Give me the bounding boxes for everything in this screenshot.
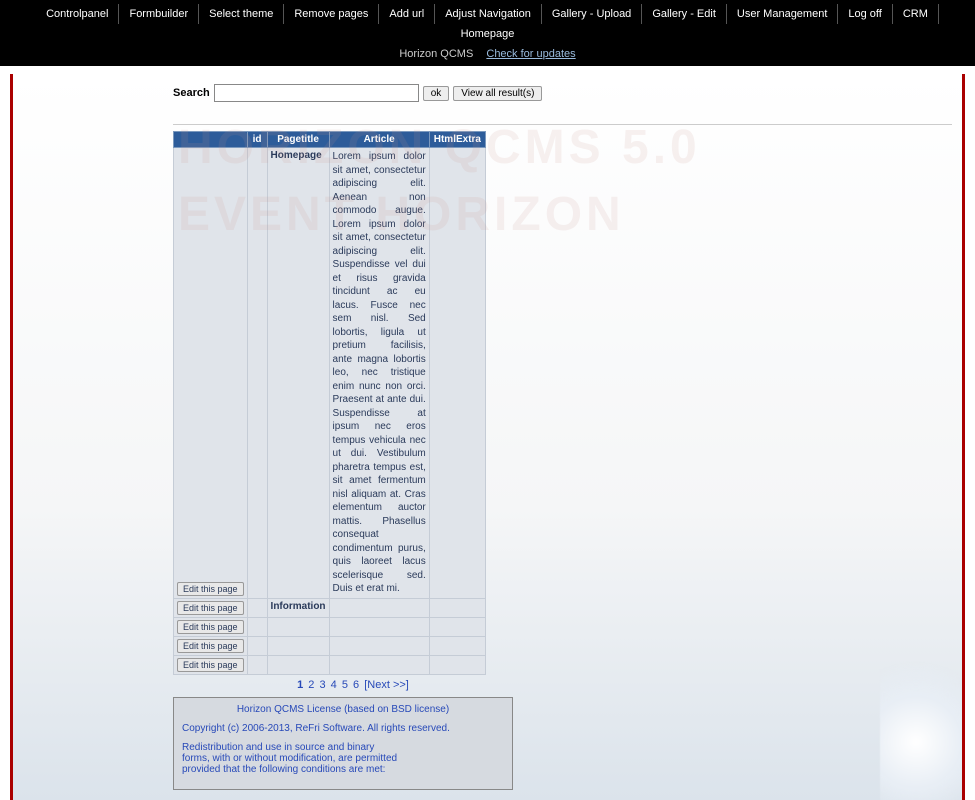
cell-article bbox=[329, 598, 429, 617]
product-name: Horizon QCMS bbox=[399, 48, 473, 60]
cell-article bbox=[329, 617, 429, 636]
divider bbox=[173, 124, 952, 125]
col-pagetitle: Pagetitle bbox=[267, 132, 329, 148]
cell-htmlextra bbox=[429, 598, 485, 617]
cell-htmlextra bbox=[429, 636, 485, 655]
cell-id bbox=[247, 148, 267, 599]
col-article: Article bbox=[329, 132, 429, 148]
page-link[interactable]: 3 bbox=[319, 679, 325, 691]
search-row: Search ok View all result(s) bbox=[173, 84, 952, 102]
edit-page-button[interactable]: Edit this page bbox=[177, 601, 244, 615]
cell-article bbox=[329, 636, 429, 655]
cell-id bbox=[247, 636, 267, 655]
menu-item-add-url[interactable]: Add url bbox=[379, 4, 435, 24]
search-ok-button[interactable]: ok bbox=[423, 86, 450, 101]
col-htmlextra: HtmlExtra bbox=[429, 132, 485, 148]
page-body: HORIZON QCMS 5.0 EVENT HORIZON Search ok… bbox=[10, 74, 965, 800]
menu-bar: ControlpanelFormbuilderSelect themeRemov… bbox=[0, 4, 975, 44]
menu-item-homepage[interactable]: Homepage bbox=[451, 24, 525, 44]
menu-item-log-off[interactable]: Log off bbox=[838, 4, 892, 24]
table-row: Edit this page HomepageLorem ipsum dolor … bbox=[174, 148, 486, 599]
cell-id bbox=[247, 617, 267, 636]
menu-item-remove-pages[interactable]: Remove pages bbox=[284, 4, 379, 24]
cell-htmlextra bbox=[429, 655, 485, 674]
edit-page-button[interactable]: Edit this page bbox=[177, 620, 244, 634]
cell-pagetitle: Homepage bbox=[267, 148, 329, 599]
edit-page-button[interactable]: Edit this page bbox=[177, 582, 244, 596]
col-id: id bbox=[247, 132, 267, 148]
sub-bar: Horizon QCMS Check for updates bbox=[0, 48, 975, 60]
menu-item-gallery-edit[interactable]: Gallery - Edit bbox=[642, 4, 727, 24]
check-updates-link[interactable]: Check for updates bbox=[486, 48, 575, 60]
license-box: Horizon QCMS License (based on BSD licen… bbox=[173, 697, 513, 790]
next-page-link[interactable]: [Next >>] bbox=[364, 679, 409, 691]
menu-item-controlpanel[interactable]: Controlpanel bbox=[36, 4, 119, 24]
page-link[interactable]: 6 bbox=[353, 679, 359, 691]
page-link[interactable]: 1 bbox=[297, 679, 303, 691]
cell-htmlextra bbox=[429, 148, 485, 599]
search-input[interactable] bbox=[214, 84, 419, 102]
page-link[interactable]: 4 bbox=[331, 679, 337, 691]
cell-pagetitle bbox=[267, 617, 329, 636]
menu-item-user-management[interactable]: User Management bbox=[727, 4, 839, 24]
col-edit bbox=[174, 132, 248, 148]
cell-htmlextra bbox=[429, 617, 485, 636]
cloud-decoration bbox=[880, 640, 965, 800]
edit-page-button[interactable]: Edit this page bbox=[177, 639, 244, 653]
table-row: Edit this page bbox=[174, 636, 486, 655]
table-row: Edit this page bbox=[174, 617, 486, 636]
menu-item-crm[interactable]: CRM bbox=[893, 4, 939, 24]
table-row: Edit this page bbox=[174, 655, 486, 674]
menu-item-formbuilder[interactable]: Formbuilder bbox=[119, 4, 199, 24]
edit-page-button[interactable]: Edit this page bbox=[177, 658, 244, 672]
cell-article: Lorem ipsum dolor sit amet, consectetur … bbox=[329, 148, 429, 599]
license-copyright: Copyright (c) 2006-2013, ReFri Software.… bbox=[182, 723, 504, 734]
pagination: 1 2 3 4 5 6 [Next >>] bbox=[173, 679, 533, 691]
view-all-results-button[interactable]: View all result(s) bbox=[453, 86, 542, 101]
cell-pagetitle: Information bbox=[267, 598, 329, 617]
top-nav: ControlpanelFormbuilderSelect themeRemov… bbox=[0, 0, 975, 66]
cell-article bbox=[329, 655, 429, 674]
cell-pagetitle bbox=[267, 636, 329, 655]
table-row: Edit this page Information bbox=[174, 598, 486, 617]
license-body: Redistribution and use in source and bin… bbox=[182, 742, 504, 775]
license-title: Horizon QCMS License (based on BSD licen… bbox=[182, 704, 504, 715]
cell-pagetitle bbox=[267, 655, 329, 674]
cell-id bbox=[247, 598, 267, 617]
menu-item-gallery-upload[interactable]: Gallery - Upload bbox=[542, 4, 642, 24]
page-link[interactable]: 5 bbox=[342, 679, 348, 691]
menu-item-adjust-navigation[interactable]: Adjust Navigation bbox=[435, 4, 542, 24]
pages-table: id Pagetitle Article HtmlExtra Edit this… bbox=[173, 131, 486, 675]
page-link[interactable]: 2 bbox=[308, 679, 314, 691]
menu-item-select-theme[interactable]: Select theme bbox=[199, 4, 284, 24]
cell-id bbox=[247, 655, 267, 674]
search-label: Search bbox=[173, 87, 210, 99]
